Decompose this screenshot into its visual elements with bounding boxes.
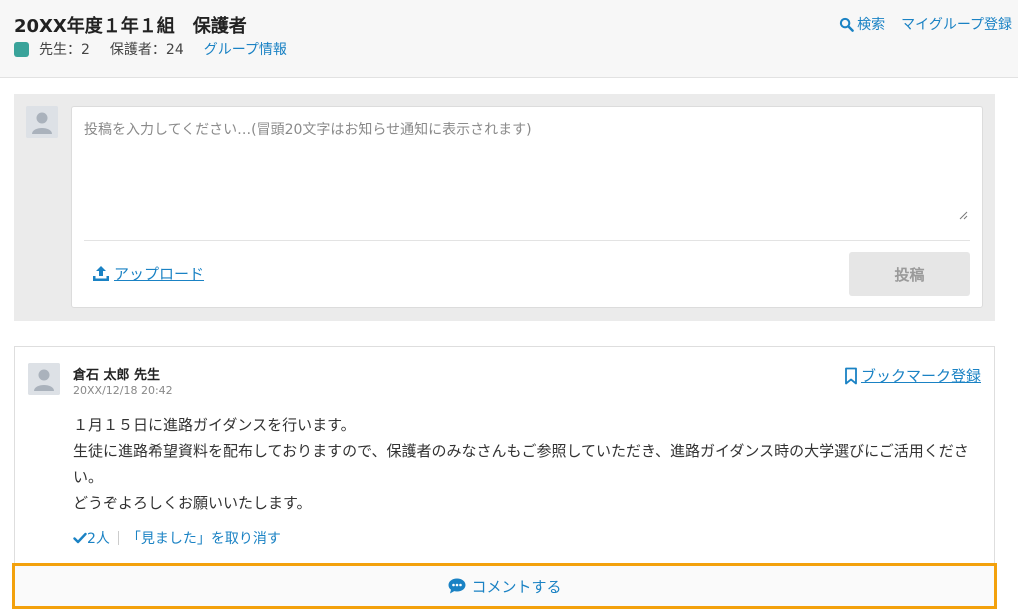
comment-icon — [448, 578, 466, 594]
resize-handle-icon[interactable] — [958, 210, 968, 220]
comment-button-content: コメントする — [447, 576, 562, 597]
upload-link[interactable]: アップロード — [92, 263, 204, 284]
search-icon — [839, 17, 854, 32]
reaction-divider — [117, 531, 119, 545]
page-title: 20XX年度１年１組 保護者 — [14, 16, 247, 37]
avatar — [26, 106, 58, 138]
comment-button[interactable]: コメントする — [12, 563, 997, 609]
post-body: １月１５日に進路ガイダンスを行います。 生徒に進路希望資料を配布しておりますので… — [73, 412, 985, 516]
user-icon — [26, 106, 58, 138]
group-info-link[interactable]: グループ情報 — [204, 39, 287, 59]
group-meta: 先生：2 保護者：24 グループ情報 — [14, 39, 287, 59]
seen-count[interactable]: 2人 — [73, 528, 110, 548]
upload-label: アップロード — [114, 265, 205, 283]
compose-box: アップロード 投稿 — [71, 106, 983, 308]
post-body-line: 生徒に進路希望資料を配布しておりますので、保護者のみなさんもご参照していただき、… — [73, 442, 969, 486]
compose-panel: アップロード 投稿 — [14, 94, 995, 321]
teacher-count: 先生：2 — [39, 42, 90, 58]
undo-seen-link[interactable]: 「見ました」を取り消す — [127, 528, 281, 548]
bookmark-label: ブックマーク登録 — [860, 367, 981, 385]
post-input[interactable] — [84, 119, 972, 234]
upload-icon — [93, 266, 109, 281]
compose-divider — [84, 240, 970, 241]
bookmark-link[interactable]: ブックマーク登録 — [844, 365, 981, 386]
seen-count-label: 2人 — [87, 531, 110, 547]
search-label: 検索 — [857, 17, 886, 33]
search-link[interactable]: 検索 — [839, 14, 885, 34]
check-icon — [73, 532, 87, 544]
guardian-count: 保護者：24 — [109, 42, 184, 58]
post-body-line: どうぞよろしくお願いいたします。 — [73, 494, 312, 512]
post-card: 倉石 太郎 先生 20XX/12/18 20:42 ブックマーク登録 １月１５日… — [14, 346, 995, 564]
user-icon — [28, 363, 60, 395]
bookmark-icon — [845, 367, 857, 384]
author-avatar — [28, 363, 60, 395]
post-body-line: １月１５日に進路ガイダンスを行います。 — [73, 416, 356, 434]
my-group-register-link[interactable]: マイグループ登録 — [901, 14, 1012, 34]
comment-label: コメントする — [471, 577, 562, 596]
post-button[interactable]: 投稿 — [849, 252, 970, 296]
group-header: 20XX年度１年１組 保護者 先生：2 保護者：24 グループ情報 検索 マイグ… — [0, 0, 1018, 78]
reaction-row: 2人 「見ました」を取り消す — [73, 528, 281, 548]
author-name: 倉石 太郎 先生 — [73, 368, 161, 383]
header-actions: 検索 マイグループ登録 — [839, 14, 1012, 34]
member-legend-icon — [14, 41, 29, 57]
post-timestamp: 20XX/12/18 20:42 — [73, 384, 173, 397]
